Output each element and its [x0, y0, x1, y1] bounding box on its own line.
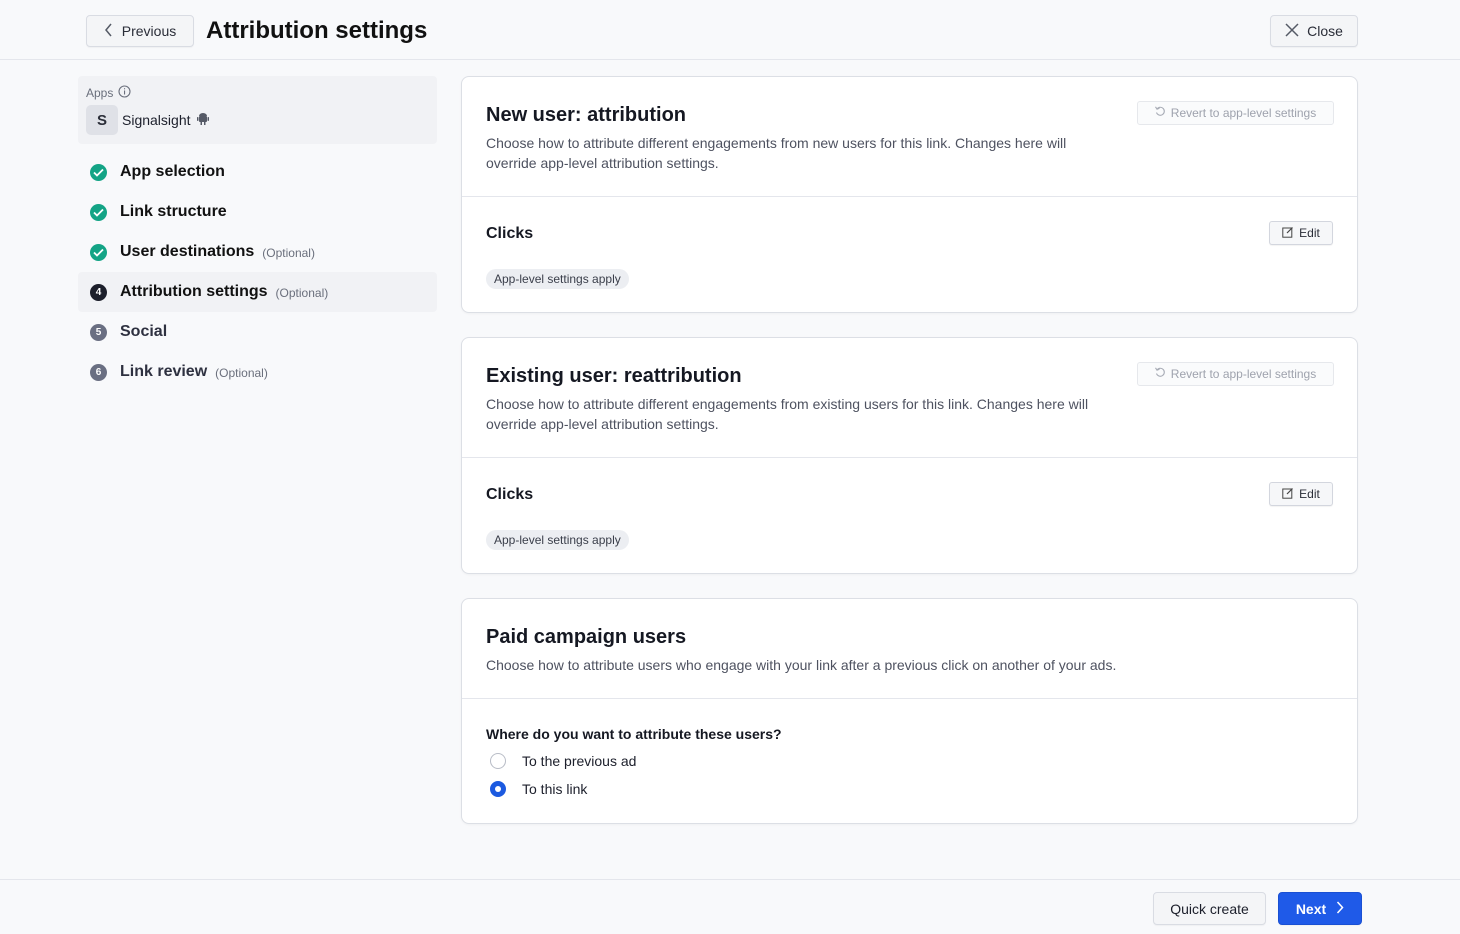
- new-user-attribution-card: New user: attribution Choose how to attr…: [461, 76, 1358, 313]
- close-button[interactable]: Close: [1270, 15, 1358, 47]
- step-number-icon: 4: [90, 283, 107, 301]
- chevron-left-icon: [104, 23, 114, 40]
- radio-option-previous-ad[interactable]: To the previous ad: [490, 753, 636, 769]
- info-icon[interactable]: [118, 85, 131, 101]
- card-description: Choose how to attribute users who engage…: [486, 657, 1117, 673]
- attribution-question: Where do you want to attribute these use…: [486, 726, 782, 742]
- step-label: Link review: [120, 363, 208, 380]
- divider: [462, 196, 1357, 197]
- radio-label: To this link: [522, 781, 588, 797]
- radio-label: To the previous ad: [522, 753, 637, 769]
- close-icon: [1285, 22, 1299, 40]
- android-icon: [196, 112, 209, 128]
- edit-button[interactable]: Edit: [1269, 221, 1333, 245]
- next-button[interactable]: Next: [1278, 892, 1362, 925]
- status-badge: App-level settings apply: [486, 269, 629, 289]
- card-description: Choose how to attribute different engage…: [486, 396, 1089, 432]
- radio-button[interactable]: [490, 781, 506, 797]
- step-label: Attribution settings: [120, 283, 268, 300]
- chevron-right-icon: [1336, 900, 1344, 917]
- step-optional-tag: (Optional): [275, 286, 329, 300]
- revert-button[interactable]: Revert to app-level settings: [1137, 362, 1334, 386]
- step-app-selection[interactable]: App selection: [78, 152, 437, 192]
- next-label: Next: [1295, 900, 1327, 917]
- step-optional-tag: (Optional): [262, 246, 315, 260]
- previous-button[interactable]: Previous: [86, 15, 194, 47]
- app-name: Signalsight: [122, 112, 209, 128]
- step-number-icon: 6: [90, 363, 107, 381]
- step-number-icon: 5: [90, 323, 107, 341]
- page-title: Attribution settings: [206, 17, 428, 44]
- radio-button[interactable]: [490, 753, 506, 769]
- card-title: Existing user: reattribution: [486, 365, 742, 387]
- check-circle-icon: [90, 243, 107, 261]
- edit-icon: [1282, 226, 1294, 241]
- edit-button[interactable]: Edit: [1269, 482, 1333, 506]
- app-name-text: Signalsight: [122, 112, 191, 128]
- undo-icon: [1154, 367, 1166, 381]
- radio-option-this-link[interactable]: To this link: [490, 781, 587, 797]
- step-optional-tag: (Optional): [215, 366, 268, 380]
- close-label: Close: [1307, 23, 1343, 39]
- header: Previous Attribution settings Close: [0, 0, 1460, 60]
- footer: Quick create Next: [0, 879, 1460, 934]
- check-circle-icon: [90, 163, 107, 181]
- step-social[interactable]: 5 Social: [78, 312, 437, 352]
- step-label: User destinations: [120, 243, 255, 260]
- step-label: App selection: [120, 163, 225, 180]
- divider: [462, 698, 1357, 699]
- app-selector: Apps S Signalsight: [78, 76, 437, 144]
- app-avatar: S: [86, 105, 118, 135]
- card-title: New user: attribution: [486, 104, 687, 126]
- edit-icon: [1282, 487, 1294, 502]
- paid-campaign-users-card: Paid campaign users Choose how to attrib…: [461, 598, 1358, 824]
- previous-label: Previous: [121, 23, 177, 39]
- step-attribution-settings[interactable]: 4 Attribution settings (Optional): [78, 272, 437, 312]
- revert-label: Revert to app-level settings: [1170, 367, 1317, 381]
- divider: [462, 457, 1357, 458]
- section-label-clicks: Clicks: [486, 225, 534, 242]
- status-badge: App-level settings apply: [486, 530, 629, 550]
- revert-label: Revert to app-level settings: [1170, 106, 1317, 120]
- step-label: Link structure: [120, 203, 227, 220]
- apps-label-text: Apps: [86, 86, 114, 100]
- card-title: Paid campaign users: [486, 626, 687, 648]
- section-label-clicks: Clicks: [486, 486, 534, 503]
- step-link-structure[interactable]: Link structure: [78, 192, 437, 232]
- undo-icon: [1154, 106, 1166, 120]
- revert-button[interactable]: Revert to app-level settings: [1137, 101, 1334, 125]
- card-description: Choose how to attribute different engage…: [486, 135, 1067, 171]
- quick-create-button[interactable]: Quick create: [1153, 892, 1266, 925]
- step-label: Social: [120, 323, 168, 340]
- step-user-destinations[interactable]: User destinations (Optional): [78, 232, 437, 272]
- existing-user-reattribution-card: Existing user: reattribution Choose how …: [461, 337, 1358, 574]
- step-link-review[interactable]: 6 Link review (Optional): [78, 352, 437, 392]
- edit-label: Edit: [1299, 226, 1320, 240]
- edit-label: Edit: [1299, 487, 1320, 501]
- check-circle-icon: [90, 203, 107, 221]
- apps-label: Apps: [86, 85, 131, 101]
